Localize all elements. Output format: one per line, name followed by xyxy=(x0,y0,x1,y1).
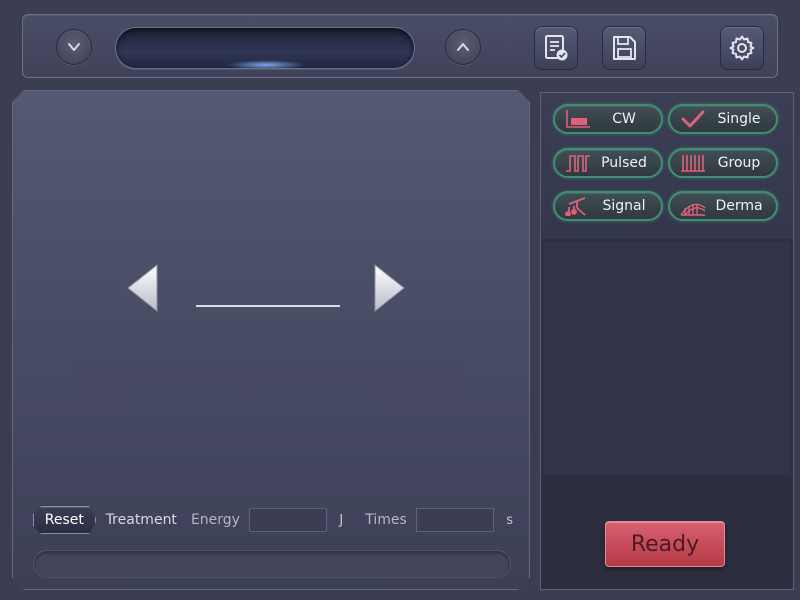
info-bar xyxy=(73,362,463,388)
decrease-arrow-button[interactable] xyxy=(125,263,159,313)
mode-selector: CW Single Pulsed Group Signal Derma xyxy=(541,93,793,239)
mode-button-derma[interactable]: Derma xyxy=(668,191,778,221)
mode-detail-area xyxy=(543,241,791,475)
mode-button-single[interactable]: Single xyxy=(668,104,778,134)
energy-unit: J xyxy=(339,512,344,528)
chevron-down-icon xyxy=(68,43,80,51)
mode-label-pulsed: Pulsed xyxy=(601,155,647,171)
previous-button[interactable] xyxy=(56,29,92,65)
status-text xyxy=(34,557,48,571)
report-button[interactable] xyxy=(534,26,578,70)
times-field[interactable] xyxy=(415,508,495,532)
times-label: Times xyxy=(365,512,407,528)
parameter-row: Reset Treatment Energy J Times s xyxy=(33,505,513,535)
energy-field[interactable] xyxy=(248,508,328,532)
chevron-up-icon xyxy=(457,43,469,51)
energy-label: Energy xyxy=(190,512,240,528)
signal-music-icon xyxy=(565,197,586,216)
mode-button-signal[interactable]: Signal xyxy=(553,191,663,221)
increase-arrow-button[interactable] xyxy=(373,263,407,313)
main-panel: Reset Treatment Energy J Times s xyxy=(12,90,530,590)
mode-label: Treatment xyxy=(105,512,177,528)
ready-button[interactable]: Ready xyxy=(605,521,725,567)
value-underline xyxy=(196,305,340,307)
mode-button-group[interactable]: Group xyxy=(668,148,778,178)
checkmark-icon xyxy=(681,110,705,128)
info-text xyxy=(73,367,79,382)
mode-label-single: Single xyxy=(717,111,761,127)
mode-label-derma: Derma xyxy=(715,198,763,214)
status-bar xyxy=(33,550,511,578)
gear-icon xyxy=(729,35,755,61)
times-unit: s xyxy=(506,512,514,528)
derma-skin-icon xyxy=(680,203,706,216)
save-disk-icon xyxy=(613,36,636,60)
mode-label-group: Group xyxy=(717,155,761,171)
mode-button-pulsed[interactable]: Pulsed xyxy=(553,148,663,178)
top-bar xyxy=(22,14,778,78)
group-pulse-icon xyxy=(681,155,705,172)
reset-button[interactable]: Reset xyxy=(33,506,96,534)
side-panel: CW Single Pulsed Group Signal Derma Read… xyxy=(540,92,794,590)
display-screen xyxy=(115,27,415,69)
mode-label-cw: CW xyxy=(612,111,636,127)
cw-wave-icon xyxy=(566,110,590,128)
save-button[interactable] xyxy=(602,26,646,70)
settings-button[interactable] xyxy=(720,26,764,70)
mode-label-signal: Signal xyxy=(602,198,646,214)
pulse-wave-icon xyxy=(566,155,590,172)
mode-button-cw[interactable]: CW xyxy=(553,104,663,134)
next-button[interactable] xyxy=(445,29,481,65)
report-check-icon xyxy=(545,35,568,61)
